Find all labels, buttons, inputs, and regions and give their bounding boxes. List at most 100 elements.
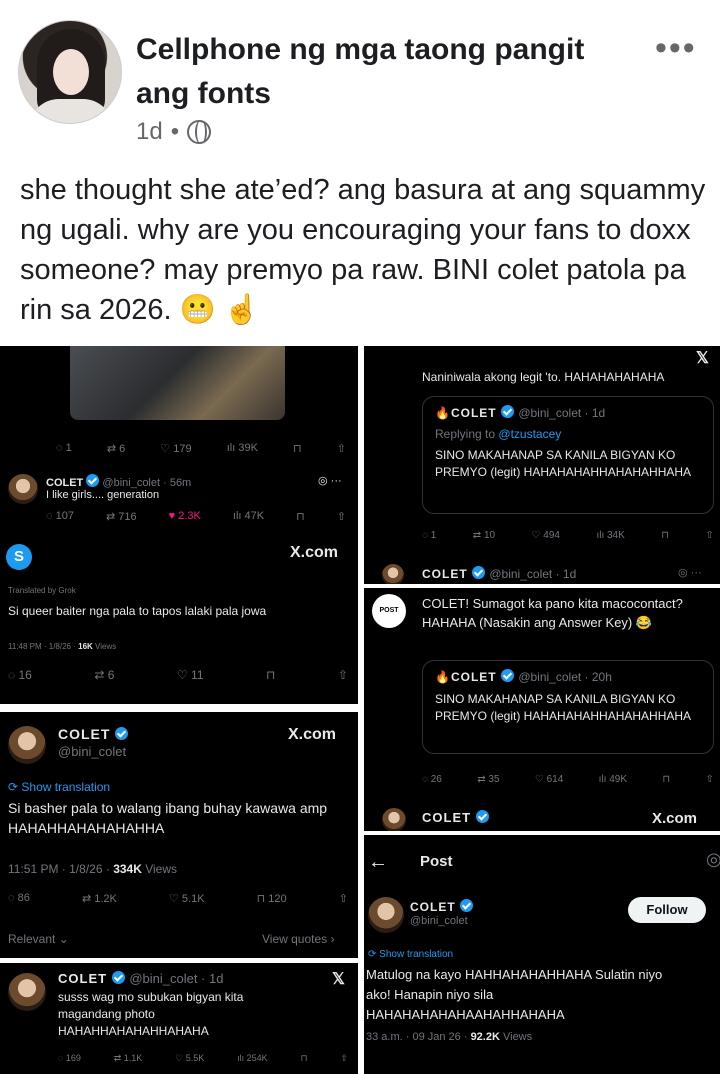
share-button[interactable]: ⇧ xyxy=(338,668,348,682)
verified-badge-icon xyxy=(115,727,129,740)
replying-to: Replying to @tzustacey xyxy=(435,427,562,441)
quoted-tweet[interactable]: 🔥COLET @bini_colet · 1d Replying to @tzu… xyxy=(422,396,714,514)
verified-badge-icon xyxy=(472,566,486,579)
screenshot-panel-a: ◌ 1 ⇄ 6 ♡ 179 ılı 39K ⊓ ⇧ COLET @bini_co… xyxy=(0,346,358,704)
fire-emoji-icon: 🔥 xyxy=(435,670,451,684)
repost-button[interactable]: ⇄ 10 xyxy=(473,530,495,541)
author-name[interactable]: COLET xyxy=(58,726,129,742)
screenshot-panel-b: COLET @bini_colet X.com ⟳ Show translati… xyxy=(0,712,358,958)
share-icon: ⇧ xyxy=(336,511,346,523)
post-header: Cellphone ng mga taong pangit ang fonts … xyxy=(0,0,720,160)
view-quotes-link[interactable]: View quotes › xyxy=(262,932,335,946)
author-handle[interactable]: @bini_colet xyxy=(58,744,126,759)
colet-avatar[interactable] xyxy=(8,726,46,764)
colet-avatar[interactable] xyxy=(382,564,404,584)
reply-button[interactable]: ◌ 169 xyxy=(58,1053,81,1064)
bookmark-button[interactable]: ⊓ xyxy=(301,1053,308,1064)
fire-emoji-icon: 🔥 xyxy=(435,406,451,420)
show-translation-link[interactable]: ⟳ Show translation xyxy=(8,780,110,794)
share-button[interactable]: ⇧ xyxy=(340,1053,348,1064)
grok-icon[interactable]: ◎ ··· xyxy=(678,566,702,579)
like-button[interactable]: ♡ 614 xyxy=(535,774,563,785)
x-com-label: X.com xyxy=(652,810,698,827)
quoted-tweet[interactable]: 🔥COLET @bini_colet · 20h SINO MAKAHANAP … xyxy=(422,660,714,754)
quote-body: SINO MAKAHANAP SA KANILA BIGYAN KO PREMY… xyxy=(435,692,692,723)
colet-avatar[interactable] xyxy=(8,973,46,1011)
repost-button[interactable]: ⇄ 1.2K xyxy=(82,892,117,905)
reply-icon: ◌ xyxy=(46,510,56,522)
quote-author: 🔥COLET @bini_colet · 20h xyxy=(435,669,612,684)
reply-count: ◌ 1 xyxy=(56,442,72,454)
verified-badge-icon xyxy=(111,971,125,984)
like-button[interactable]: ♡ 494 xyxy=(532,530,560,541)
share-button[interactable]: ⇧ xyxy=(706,774,714,785)
tweet-body: COLET! Sumagot ka pano kita macocontact?… xyxy=(422,596,683,630)
tweet-meta: 11:48 PM · 1/8/26 · 16K Views xyxy=(8,642,117,651)
tweet-meta: 33 a.m. · 09 Jan 26 · 92.2K Views xyxy=(366,1031,533,1043)
author-name[interactable]: COLET xyxy=(422,810,489,825)
relevant-sort[interactable]: Relevant ⌄ xyxy=(8,932,69,946)
views-icon: ılı xyxy=(226,442,239,454)
author-name[interactable]: COLET @bini_colet · 1d xyxy=(422,566,576,581)
grok-icon[interactable]: ◎ xyxy=(706,849,720,870)
share-icon: ⇧ xyxy=(336,443,346,455)
back-arrow-icon[interactable]: ← xyxy=(368,851,388,874)
show-translation-link[interactable]: ⟳ Show translation xyxy=(368,949,453,960)
follow-button[interactable]: Follow xyxy=(628,897,706,923)
view-count: ılı 39K xyxy=(226,442,258,454)
screenshot-panel-e: POST COLET! Sumagot ka pano kita macocon… xyxy=(364,588,720,831)
tweet-actions: ◌ 16 ⇄ 6 ♡ 11 ⊓ ⇧ xyxy=(8,668,348,682)
repost-button[interactable]: ⇄ 6 xyxy=(94,668,114,682)
repost-button[interactable]: ⇄ 35 xyxy=(477,774,499,785)
post-time[interactable]: 1d xyxy=(136,118,163,146)
reply-button[interactable]: ◌ 26 xyxy=(422,774,442,785)
heart-icon: ♡ xyxy=(160,443,174,455)
x-logo-icon: 𝕏 xyxy=(332,971,345,988)
author-handle[interactable]: @bini_colet xyxy=(410,915,468,927)
reply-avatar[interactable] xyxy=(8,474,38,504)
share-button[interactable]: ⇧ xyxy=(339,892,348,905)
author-name[interactable]: COLET @bini_colet · 1d xyxy=(58,971,223,986)
repost-button[interactable]: ⇄ 1.1K xyxy=(114,1053,143,1064)
colet-avatar[interactable] xyxy=(368,897,404,933)
post-avatar[interactable]: POST xyxy=(372,594,406,628)
grok-icon[interactable]: ◎ ··· xyxy=(318,474,342,487)
like-button[interactable]: ♡ 5.1K xyxy=(169,892,205,905)
author-name[interactable]: Cellphone ng mga taong pangit ang fonts xyxy=(136,28,636,116)
x-com-label: X.com xyxy=(288,726,337,743)
author-name[interactable]: COLET xyxy=(410,899,474,914)
like-button[interactable]: ♡ 5.5K xyxy=(175,1053,204,1064)
translated-by: Translated by Grok xyxy=(8,586,76,595)
screenshot-panel-d: 𝕏 Naniniwala akong legit 'to. HAHAHAHAHA… xyxy=(364,346,720,584)
reply-button[interactable]: ◌ 86 xyxy=(8,892,30,905)
tweet-body: Si basher pala to walang ibang buhay kaw… xyxy=(8,800,328,836)
author-avatar[interactable] xyxy=(18,20,122,124)
screenshot-panel-f: ← Post ◎ COLET @bini_colet Follow ⟳ Show… xyxy=(364,835,720,1074)
more-options-button[interactable]: ••• xyxy=(655,31,697,65)
views-count[interactable]: ılı 34K xyxy=(596,530,624,541)
repost-count: ⇄ 6 xyxy=(106,443,126,455)
views-count[interactable]: ılı 49K xyxy=(599,774,627,785)
tweet-actions: ◌ 169 ⇄ 1.1K ♡ 5.5K ılı 254K ⊓ ⇧ xyxy=(58,1053,348,1064)
repost-icon: ⇄ xyxy=(105,511,119,523)
colet-avatar[interactable] xyxy=(382,808,406,831)
views-count[interactable]: ılı 254K xyxy=(237,1053,268,1064)
reply-button[interactable]: ◌ 1 xyxy=(422,530,436,541)
page-title: Post xyxy=(420,853,453,870)
bookmark-button[interactable]: ⊓ xyxy=(662,774,670,785)
screenshot-panel-c: COLET @bini_colet · 1d 𝕏 susss wag mo su… xyxy=(0,963,358,1074)
bookmark-button[interactable]: ⊓ xyxy=(266,668,275,682)
like-button[interactable]: ♡ 11 xyxy=(177,668,204,682)
tweet-actions: ◌ 1 ⇄ 10 ♡ 494 ılı 34K ⊓ ⇧ xyxy=(422,530,714,541)
screenshot-collage[interactable]: ◌ 1 ⇄ 6 ♡ 179 ılı 39K ⊓ ⇧ COLET @bini_co… xyxy=(0,346,720,1074)
x-logo-icon: 𝕏 xyxy=(696,350,709,367)
reply-text: I like girls.... generation xyxy=(46,489,160,501)
tweet-photo xyxy=(70,346,285,420)
user-avatar-s[interactable]: S xyxy=(6,544,32,570)
share-button[interactable]: ⇧ xyxy=(706,530,714,541)
reply-button[interactable]: ◌ 16 xyxy=(8,668,32,682)
bookmark-button[interactable]: ⊓ xyxy=(661,530,669,541)
tweet-actions: ◌ 26 ⇄ 35 ♡ 614 ılı 49K ⊓ ⇧ xyxy=(422,774,714,785)
reply-author[interactable]: COLET @bini_colet · 56m xyxy=(46,474,191,489)
bookmark-button[interactable]: ⊓ 120 xyxy=(257,892,287,905)
